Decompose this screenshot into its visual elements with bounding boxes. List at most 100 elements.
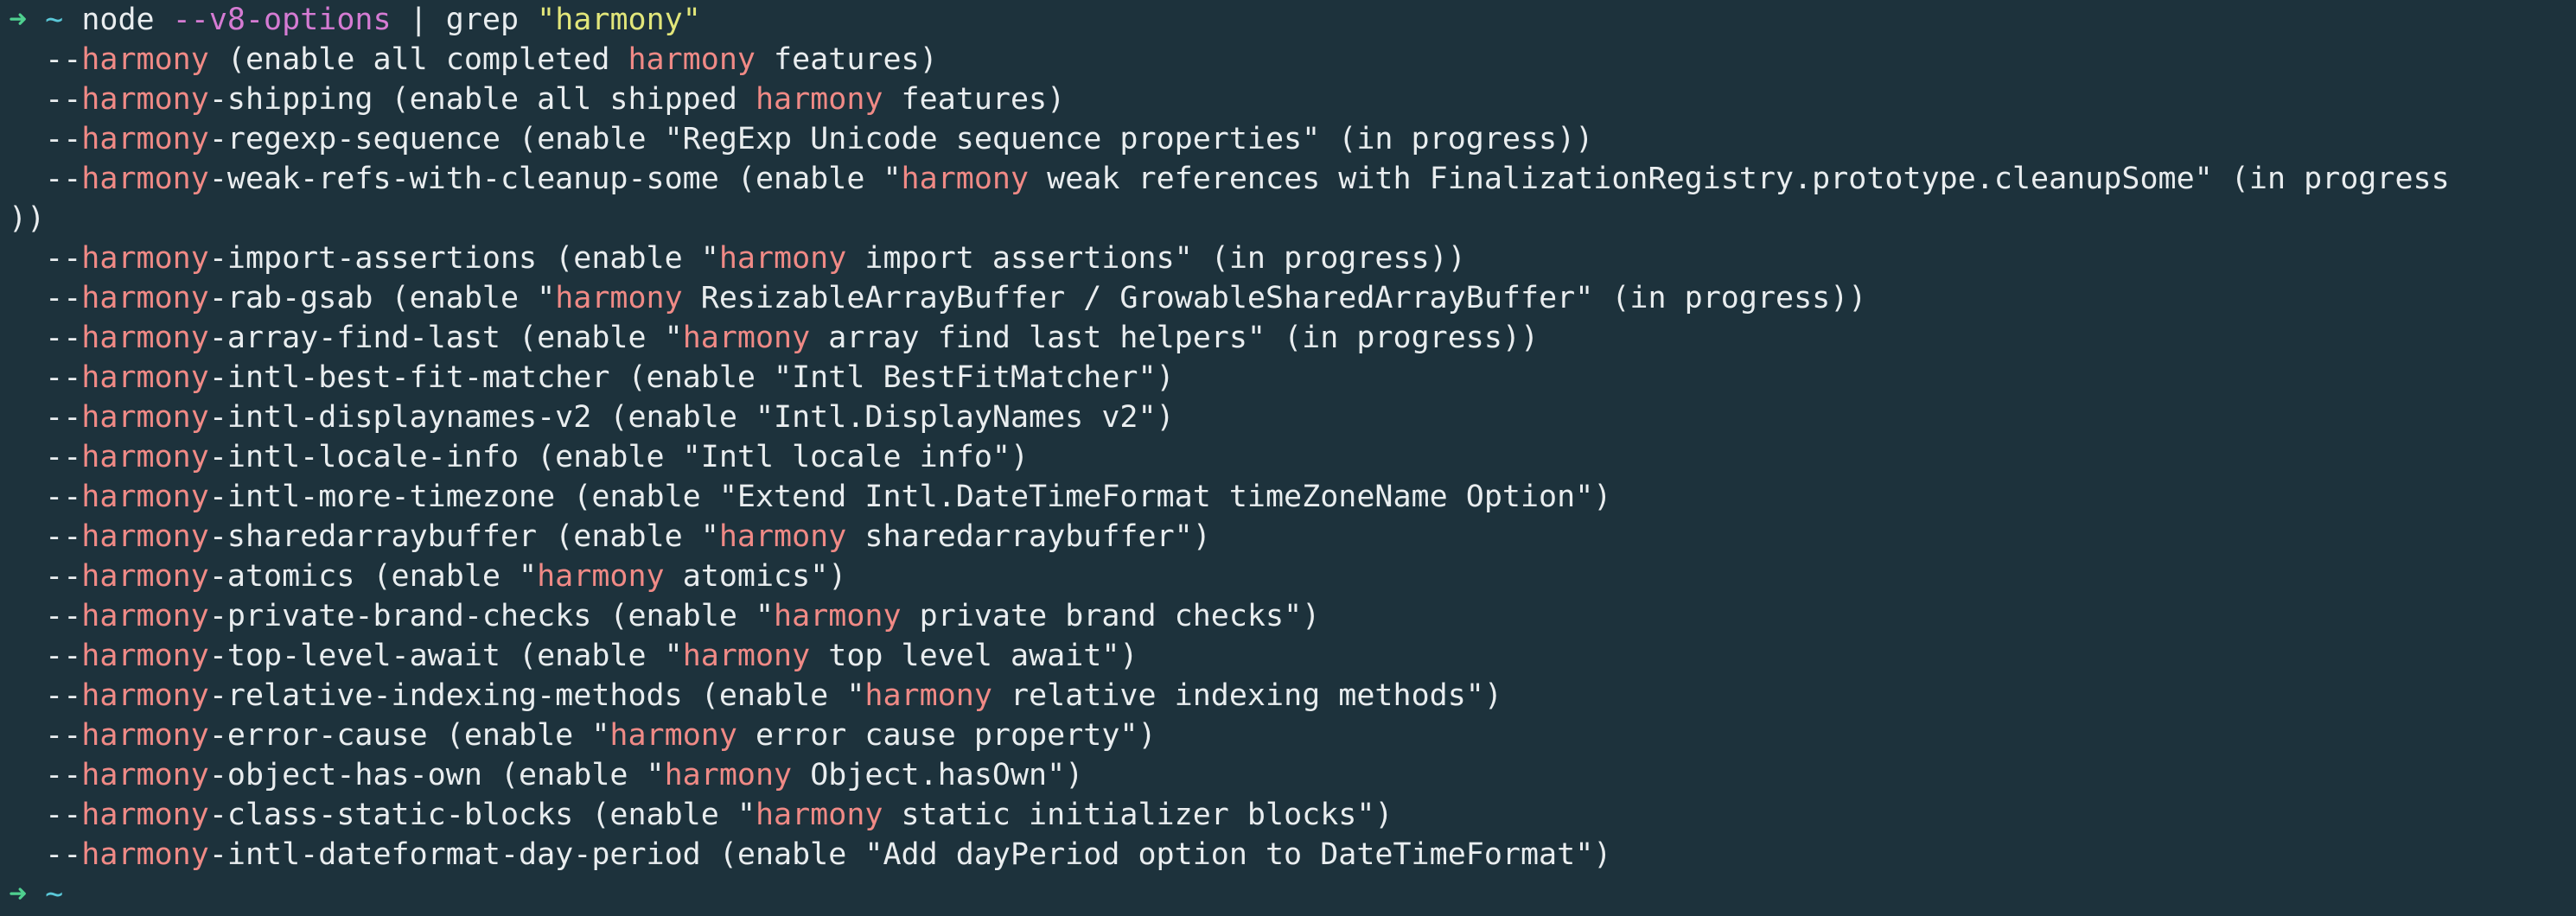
output-line: --harmony-intl-best-fit-matcher (enable … <box>0 358 2576 398</box>
output-text: -sharedarraybuffer (enable " <box>208 519 719 554</box>
output-text: -- <box>9 837 82 872</box>
output-text: -rab-gsab (enable " <box>208 281 556 315</box>
prompt-cwd: ~ <box>45 3 64 37</box>
output-line: --harmony-intl-more-timezone (enable "Ex… <box>0 477 2576 517</box>
output-text: -object-has-own (enable " <box>208 758 665 792</box>
output-text: private brand checks") <box>901 599 1321 633</box>
prompt-cwd: ~ <box>45 877 64 912</box>
output-text: -- <box>9 559 82 594</box>
output-text: -private-brand-checks (enable " <box>208 599 775 633</box>
prompt-arrow-icon: ➜ <box>9 3 28 37</box>
output-text: -weak-refs-with-cleanup-some (enable " <box>208 162 902 196</box>
grep-match: harmony <box>81 678 209 713</box>
command-output: --harmony (enable all completed harmony … <box>0 40 2576 875</box>
grep-match: harmony <box>755 798 883 832</box>
grep-match: harmony <box>81 599 209 633</box>
output-line: --harmony-atomics (enable "harmony atomi… <box>0 557 2576 596</box>
output-line: --harmony-intl-displaynames-v2 (enable "… <box>0 398 2576 437</box>
output-text: -intl-displaynames-v2 (enable "Intl.Disp… <box>208 400 1175 435</box>
output-text: Object.hasOwn") <box>792 758 1084 792</box>
terminal-window[interactable]: ➜ ~ node --v8-options | grep "harmony" -… <box>0 0 2576 916</box>
output-text: -- <box>9 718 82 753</box>
output-text: -error-cause (enable " <box>208 718 610 753</box>
output-text: (enable all completed <box>208 42 628 77</box>
grep-match: harmony <box>755 82 883 117</box>
grep-match: harmony <box>81 837 209 872</box>
grep-match: harmony <box>537 559 665 594</box>
output-line: --harmony-regexp-sequence (enable "RegEx… <box>0 119 2576 159</box>
grep-match: harmony <box>81 559 209 594</box>
command-pipe: | grep <box>409 3 520 37</box>
output-text: -- <box>9 321 82 355</box>
output-text: -- <box>9 241 82 276</box>
output-text: -- <box>9 599 82 633</box>
output-text: -- <box>9 440 82 474</box>
grep-match: harmony <box>81 798 209 832</box>
output-line: --harmony (enable all completed harmony … <box>0 40 2576 80</box>
output-text: import assertions" (in progress)) <box>846 241 1466 276</box>
grep-match: harmony <box>609 718 737 753</box>
output-text: -intl-best-fit-matcher (enable "Intl Bes… <box>208 360 1175 395</box>
output-text: static initializer blocks") <box>883 798 1393 832</box>
grep-match: harmony <box>81 519 209 554</box>
output-text: error cause property") <box>736 718 1157 753</box>
grep-match: harmony <box>682 639 811 673</box>
grep-match: harmony <box>81 241 209 276</box>
output-text: -- <box>9 480 82 514</box>
output-line: --harmony-sharedarraybuffer (enable "har… <box>0 517 2576 557</box>
grep-match: harmony <box>81 42 209 77</box>
output-line: --harmony-array-find-last (enable "harmo… <box>0 318 2576 358</box>
grep-match: harmony <box>555 281 683 315</box>
final-prompt-line[interactable]: ➜ ~ <box>0 875 2576 914</box>
grep-match: harmony <box>864 678 992 713</box>
output-line: --harmony-weak-refs-with-cleanup-some (e… <box>0 159 2576 199</box>
output-line: --harmony-object-has-own (enable "harmon… <box>0 755 2576 795</box>
grep-match: harmony <box>81 122 209 156</box>
command-name: node <box>81 3 155 37</box>
output-text: -array-find-last (enable " <box>208 321 683 355</box>
output-text: -- <box>9 162 82 196</box>
prompt-arrow-icon: ➜ <box>9 877 28 912</box>
grep-match: harmony <box>81 281 209 315</box>
output-text: sharedarraybuffer") <box>846 519 1211 554</box>
output-text: -intl-more-timezone (enable "Extend Intl… <box>208 480 1612 514</box>
output-text: ResizableArrayBuffer / GrowableSharedArr… <box>682 281 1867 315</box>
output-line: )) <box>0 199 2576 239</box>
grep-match: harmony <box>664 758 793 792</box>
grep-match: harmony <box>81 480 209 514</box>
output-text: -- <box>9 281 82 315</box>
grep-match: harmony <box>81 360 209 395</box>
output-line: --harmony-intl-dateformat-day-period (en… <box>0 835 2576 875</box>
output-text: top level await") <box>810 639 1138 673</box>
grep-match: harmony <box>81 162 209 196</box>
output-text: -intl-dateformat-day-period (enable "Add… <box>208 837 1612 872</box>
grep-match: harmony <box>81 321 209 355</box>
grep-match: harmony <box>718 519 847 554</box>
output-text: -- <box>9 42 82 77</box>
output-line: --harmony-error-cause (enable "harmony e… <box>0 716 2576 755</box>
grep-match: harmony <box>682 321 811 355</box>
output-text: -top-level-await (enable " <box>208 639 683 673</box>
output-text: -intl-locale-info (enable "Intl locale i… <box>208 440 1030 474</box>
output-text: -import-assertions (enable " <box>208 241 719 276</box>
output-text: -- <box>9 82 82 117</box>
output-text: -- <box>9 519 82 554</box>
output-text: )) <box>9 201 46 236</box>
grep-match: harmony <box>81 718 209 753</box>
command-option: --v8-options <box>172 3 392 37</box>
output-line: --harmony-import-assertions (enable "har… <box>0 239 2576 278</box>
output-text: -- <box>9 639 82 673</box>
output-line: --harmony-rab-gsab (enable "harmony Resi… <box>0 278 2576 318</box>
grep-match: harmony <box>81 400 209 435</box>
grep-match: harmony <box>81 440 209 474</box>
output-text: -- <box>9 400 82 435</box>
grep-match: harmony <box>81 82 209 117</box>
output-text: features) <box>755 42 938 77</box>
output-text: -- <box>9 798 82 832</box>
output-text: features) <box>883 82 1066 117</box>
grep-match: harmony <box>81 758 209 792</box>
output-line: --harmony-intl-locale-info (enable "Intl… <box>0 437 2576 477</box>
output-text: atomics") <box>664 559 847 594</box>
grep-match: harmony <box>628 42 756 77</box>
output-text: weak references with FinalizationRegistr… <box>1029 162 2450 196</box>
